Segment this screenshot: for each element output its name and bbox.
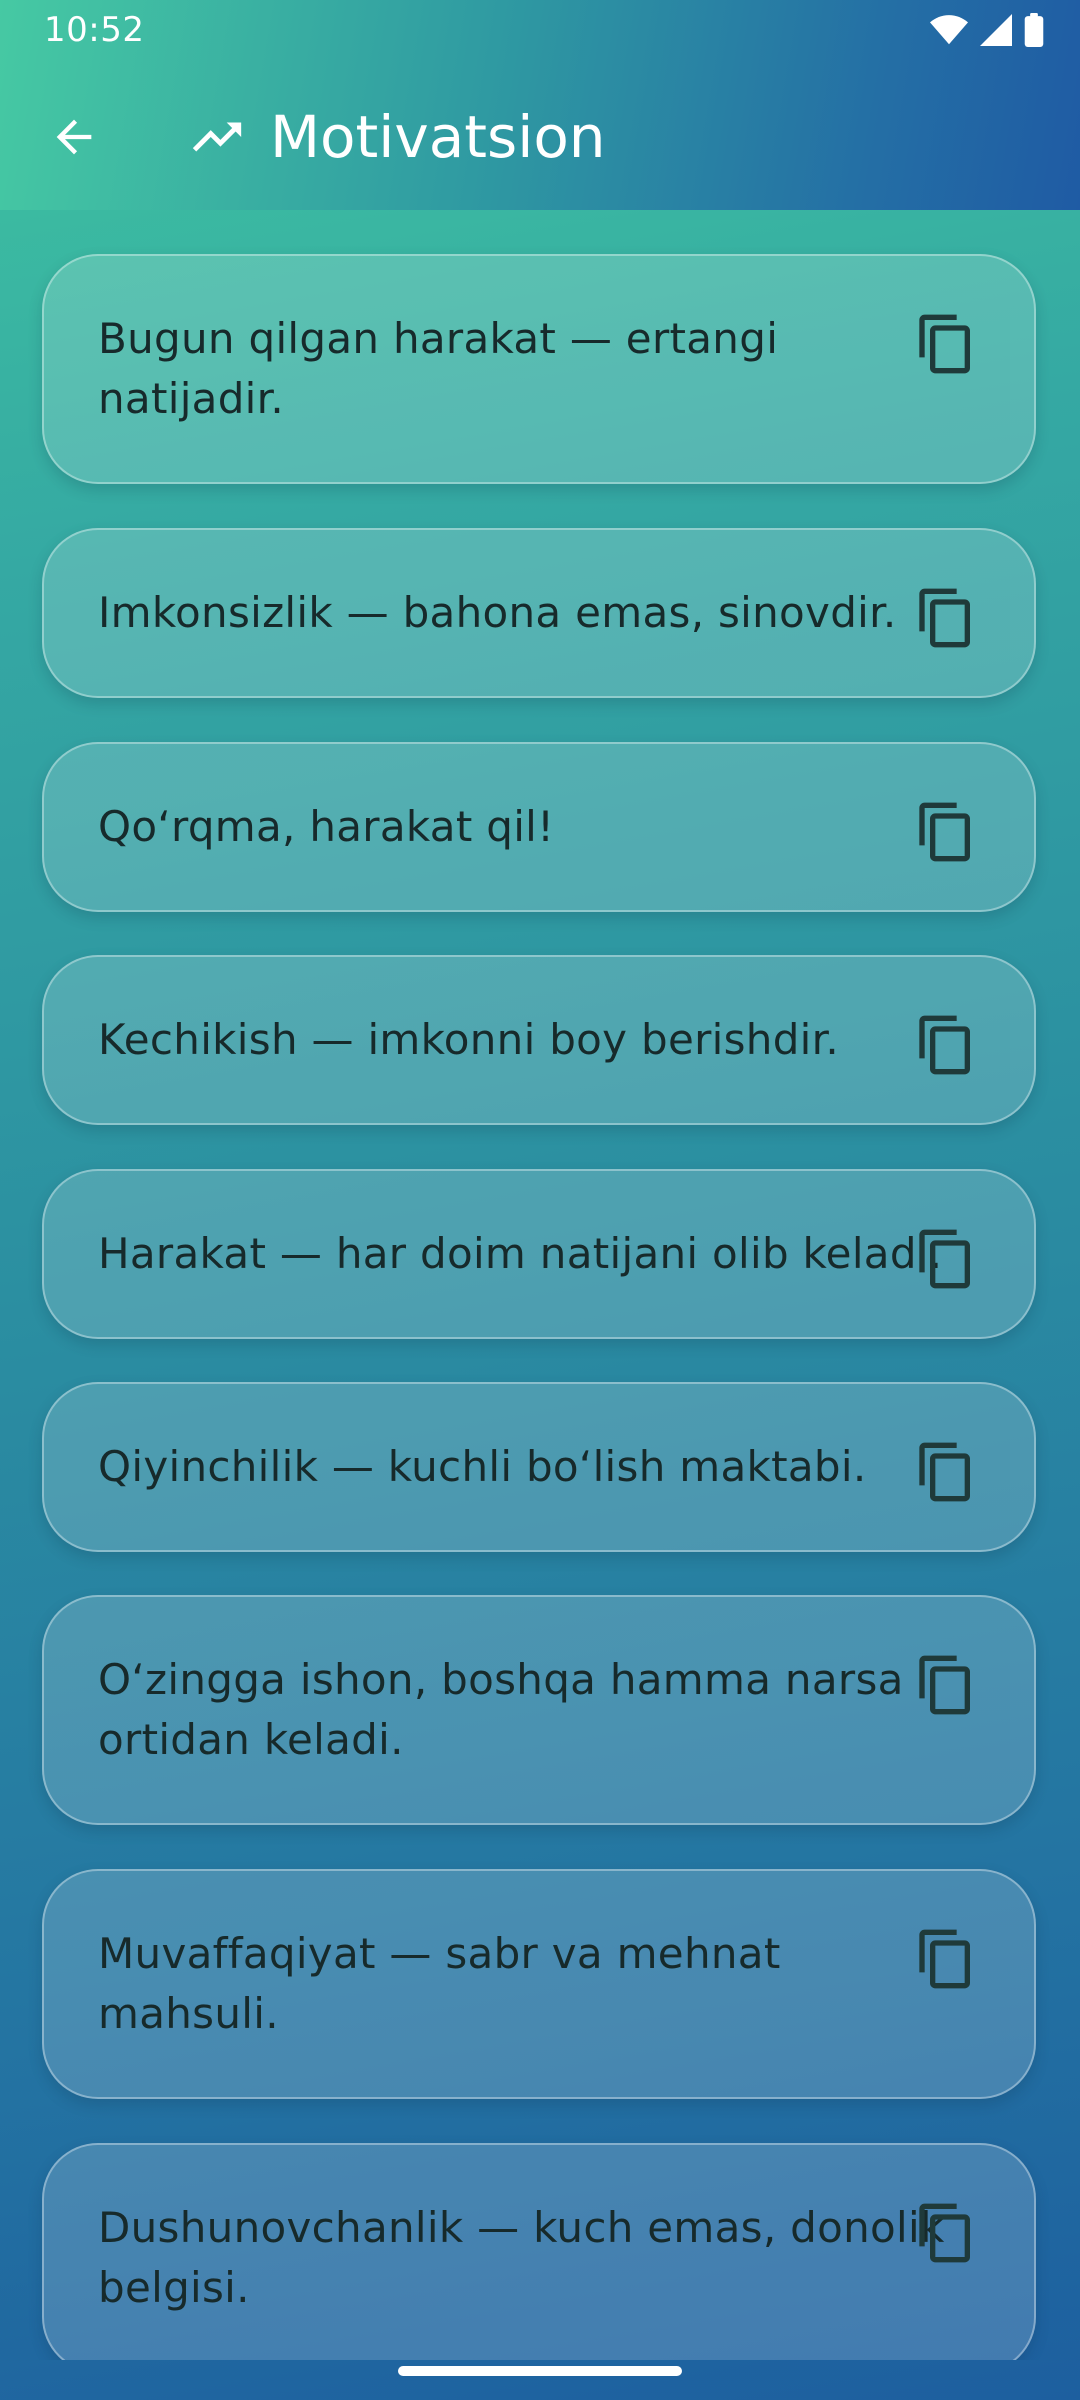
page-title: Motivatsion [270, 103, 606, 171]
copy-icon[interactable] [914, 800, 978, 864]
quote-text: Kechikish — imkonni boy berishdir. [98, 1015, 840, 1064]
quote-card: Harakat — har doim natijani olib keladi. [42, 1169, 1036, 1339]
quote-card: Imkonsizlik — bahona emas, sinovdir. [42, 528, 1036, 698]
copy-icon[interactable] [914, 1013, 978, 1077]
quote-card: Muvaffaqiyat — sabr va mehnat mahsuli. [42, 1869, 1036, 2099]
quote-text: Imkonsizlik — bahona emas, sinovdir. [98, 588, 897, 637]
copy-icon[interactable] [914, 312, 978, 376]
back-button[interactable] [36, 99, 112, 175]
wifi-icon [930, 15, 968, 45]
quote-text: Qiyinchilik — kuchli bo‘lish maktabi. [98, 1442, 867, 1491]
battery-icon [1024, 13, 1044, 47]
status-bar: 10:52 [0, 0, 1080, 62]
quote-list[interactable]: Bugun qilgan harakat — ertangi natijadir… [0, 210, 1080, 2360]
quote-card: Bugun qilgan harakat — ertangi natijadir… [42, 254, 1036, 484]
quote-text: Bugun qilgan harakat — ertangi natijadir… [98, 314, 779, 423]
quote-text: Dushunovchanlik — kuch emas, donolik bel… [98, 2203, 945, 2312]
status-time: 10:52 [44, 10, 145, 50]
quote-text: O‘zingga ishon, boshqa hamma narsa ortid… [98, 1655, 904, 1764]
signal-icon [980, 14, 1012, 46]
quote-card: Qo‘rqma, harakat qil! [42, 742, 1036, 912]
copy-icon[interactable] [914, 1227, 978, 1291]
quote-card: Kechikish — imkonni boy berishdir. [42, 955, 1036, 1125]
quote-text: Harakat — har doim natijani olib keladi. [98, 1229, 943, 1278]
copy-icon[interactable] [914, 2201, 978, 2265]
arrow-back-icon [56, 119, 92, 155]
title-group: Motivatsion [188, 99, 606, 175]
trending-up-icon [192, 122, 242, 152]
quote-card: Dushunovchanlik — kuch emas, donolik bel… [42, 2143, 1036, 2360]
quote-text: Qo‘rqma, harakat qil! [98, 802, 555, 851]
quote-card: Qiyinchilik — kuchli bo‘lish maktabi. [42, 1382, 1036, 1552]
home-indicator[interactable] [398, 2366, 682, 2376]
quote-text: Muvaffaqiyat — sabr va mehnat mahsuli. [98, 1929, 781, 2038]
copy-icon[interactable] [914, 1440, 978, 1504]
status-icons [930, 12, 1044, 48]
quote-card: O‘zingga ishon, boshqa hamma narsa ortid… [42, 1595, 1036, 1825]
copy-icon[interactable] [914, 586, 978, 650]
copy-icon[interactable] [914, 1927, 978, 1991]
copy-icon[interactable] [914, 1653, 978, 1717]
